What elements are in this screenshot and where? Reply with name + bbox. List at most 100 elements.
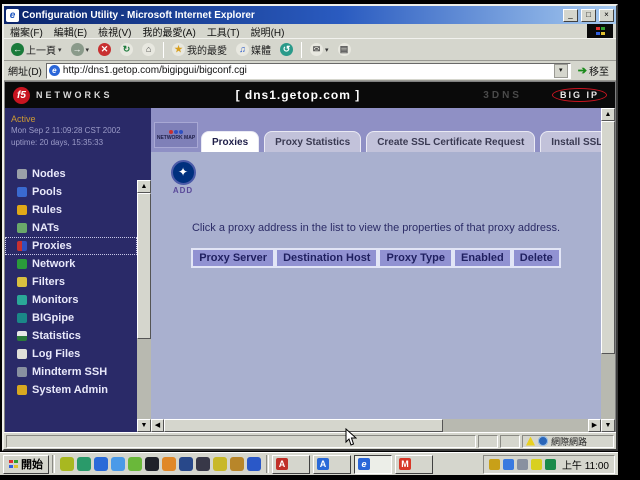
bigpipe-icon [17, 313, 27, 323]
sidebar-item-nodes[interactable]: Nodes [5, 165, 137, 183]
sidebar-item-log-files[interactable]: Log Files [5, 345, 137, 363]
scroll-up-icon[interactable]: ▲ [137, 180, 151, 193]
menu-view[interactable]: 檢視(V) [98, 24, 131, 39]
quick-launch-icon[interactable] [128, 457, 142, 471]
taskbar-clock[interactable]: 上午 11:00 [559, 457, 609, 472]
quick-launch-icon[interactable] [247, 457, 261, 471]
taskbar-window-button[interactable]: A [272, 455, 310, 474]
add-label: ADD [167, 186, 199, 195]
taskbar-window-button[interactable]: A [313, 455, 351, 474]
quick-launch-icon[interactable] [162, 457, 176, 471]
scrollbar-track[interactable] [601, 354, 615, 419]
add-button[interactable]: ✦ ADD [167, 160, 199, 195]
sidebar-item-filters[interactable]: Filters [5, 273, 137, 291]
sidebar-scrollbar[interactable]: ▲ ▼ [137, 108, 151, 432]
quick-launch-icon[interactable] [111, 457, 125, 471]
back-icon: ← [11, 43, 24, 56]
minimize-button[interactable]: _ [563, 9, 578, 22]
taskbar-window-button-active[interactable]: e [354, 455, 392, 474]
tab-install-ssl-certificate[interactable]: Install SSL Certif [540, 131, 601, 152]
scroll-left-icon[interactable]: ◀ [151, 419, 164, 432]
quick-launch-icon[interactable] [196, 457, 210, 471]
quick-launch-icon[interactable] [213, 457, 227, 471]
scrollbar-track[interactable] [137, 339, 151, 419]
start-button[interactable]: 開始 [3, 455, 49, 474]
sidebar-item-system-admin[interactable]: System Admin [5, 381, 137, 399]
column-header-enabled[interactable]: Enabled [453, 248, 512, 268]
tab-proxies[interactable]: Proxies [201, 131, 259, 152]
tray-icon[interactable] [489, 459, 500, 470]
quick-launch-icon[interactable] [94, 457, 108, 471]
tray-icon[interactable] [531, 459, 542, 470]
sidebar-item-nats[interactable]: NATs [5, 219, 137, 237]
menu-tools[interactable]: 工具(T) [207, 24, 240, 39]
menu-file[interactable]: 檔案(F) [10, 24, 43, 39]
menu-help[interactable]: 說明(H) [251, 24, 285, 39]
sidebar-item-bigpipe[interactable]: BIGpipe [5, 309, 137, 327]
ie-logo-icon: e [6, 9, 19, 22]
sidebar-item-network[interactable]: Network [5, 255, 137, 273]
back-dropdown-icon[interactable]: ▾ [58, 46, 62, 54]
quick-launch-icon[interactable] [60, 457, 74, 471]
sidebar-item-proxies[interactable]: Proxies [5, 237, 137, 255]
quick-launch-icon[interactable] [230, 457, 244, 471]
scroll-down-icon[interactable]: ▼ [137, 419, 151, 432]
quick-launch-icon[interactable] [179, 457, 193, 471]
warning-icon [526, 437, 535, 446]
stop-button[interactable]: ✕ [95, 42, 114, 57]
scrollbar-thumb[interactable] [601, 121, 615, 354]
sidebar-item-label: Monitors [32, 293, 78, 307]
sidebar-item-pools[interactable]: Pools [5, 183, 137, 201]
quick-launch-icon[interactable] [145, 457, 159, 471]
print-button[interactable]: ▤ [335, 42, 354, 57]
history-button[interactable]: ↺ [277, 42, 296, 57]
quick-launch-bar [58, 457, 263, 471]
sidebar-item-statistics[interactable]: Statistics [5, 327, 137, 345]
scroll-right-icon[interactable]: ▶ [588, 419, 601, 432]
mail-dropdown-icon[interactable]: ▾ [325, 46, 329, 54]
favorites-button[interactable]: ★ 我的最愛 [169, 41, 230, 58]
app-icon: A [317, 458, 329, 470]
address-bar: 網址(D) e http://dns1.getop.com/bigipgui/b… [4, 61, 616, 81]
app-icon: A [276, 458, 288, 470]
scroll-down-icon[interactable]: ▼ [601, 419, 615, 432]
scroll-up-icon[interactable]: ▲ [601, 108, 615, 121]
forward-button[interactable]: → ▾ [68, 42, 93, 57]
horizontal-scrollbar[interactable]: ◀ ▶ [151, 419, 601, 432]
quick-launch-icon[interactable] [77, 457, 91, 471]
forward-dropdown-icon[interactable]: ▾ [86, 46, 90, 54]
column-header-delete[interactable]: Delete [512, 248, 561, 268]
mail-button[interactable]: ✉ ▾ [307, 42, 332, 57]
home-button[interactable]: ⌂ [139, 42, 158, 57]
tab-create-ssl-certificate-request[interactable]: Create SSL Certificate Request [366, 131, 535, 152]
maximize-button[interactable]: □ [581, 9, 596, 22]
sidebar-item-monitors[interactable]: Monitors [5, 291, 137, 309]
menu-favorites[interactable]: 我的最愛(A) [142, 24, 195, 39]
media-button[interactable]: ♫ 媒體 [233, 41, 274, 58]
tray-icon[interactable] [517, 459, 528, 470]
tray-icon[interactable] [503, 459, 514, 470]
close-button[interactable]: × [599, 9, 614, 22]
column-header-destination-host[interactable]: Destination Host [275, 248, 378, 268]
rules-icon [17, 205, 27, 215]
taskbar-window-button[interactable]: M [395, 455, 433, 474]
go-button[interactable]: ➔ 移至 [575, 63, 612, 78]
vertical-scrollbar[interactable]: ▲ ▼ [601, 108, 615, 432]
network-map-button[interactable]: NETWORK MAP [154, 122, 198, 148]
sidebar-item-mindterm-ssh[interactable]: Mindterm SSH [5, 363, 137, 381]
column-header-proxy-server[interactable]: Proxy Server [191, 248, 275, 268]
back-button[interactable]: ← 上一頁 ▾ [8, 41, 65, 58]
column-header-proxy-type[interactable]: Proxy Type [378, 248, 453, 268]
scrollbar-thumb[interactable] [164, 419, 443, 432]
scrollbar-thumb[interactable] [137, 193, 151, 339]
refresh-button[interactable]: ↻ [117, 42, 136, 57]
scrollbar-track[interactable] [443, 419, 588, 432]
menu-edit[interactable]: 編輯(E) [54, 24, 87, 39]
sidebar-item-rules[interactable]: Rules [5, 201, 137, 219]
tray-icon[interactable] [545, 459, 556, 470]
url-text[interactable]: http://dns1.getop.com/bigipgui/bigconf.c… [63, 65, 551, 76]
tab-proxy-statistics[interactable]: Proxy Statistics [264, 131, 361, 152]
title-bar[interactable]: e Configuration Utility - Microsoft Inte… [4, 6, 616, 24]
url-dropdown-icon[interactable]: ▾ [554, 64, 568, 78]
url-field[interactable]: e http://dns1.getop.com/bigipgui/bigconf… [46, 63, 571, 79]
